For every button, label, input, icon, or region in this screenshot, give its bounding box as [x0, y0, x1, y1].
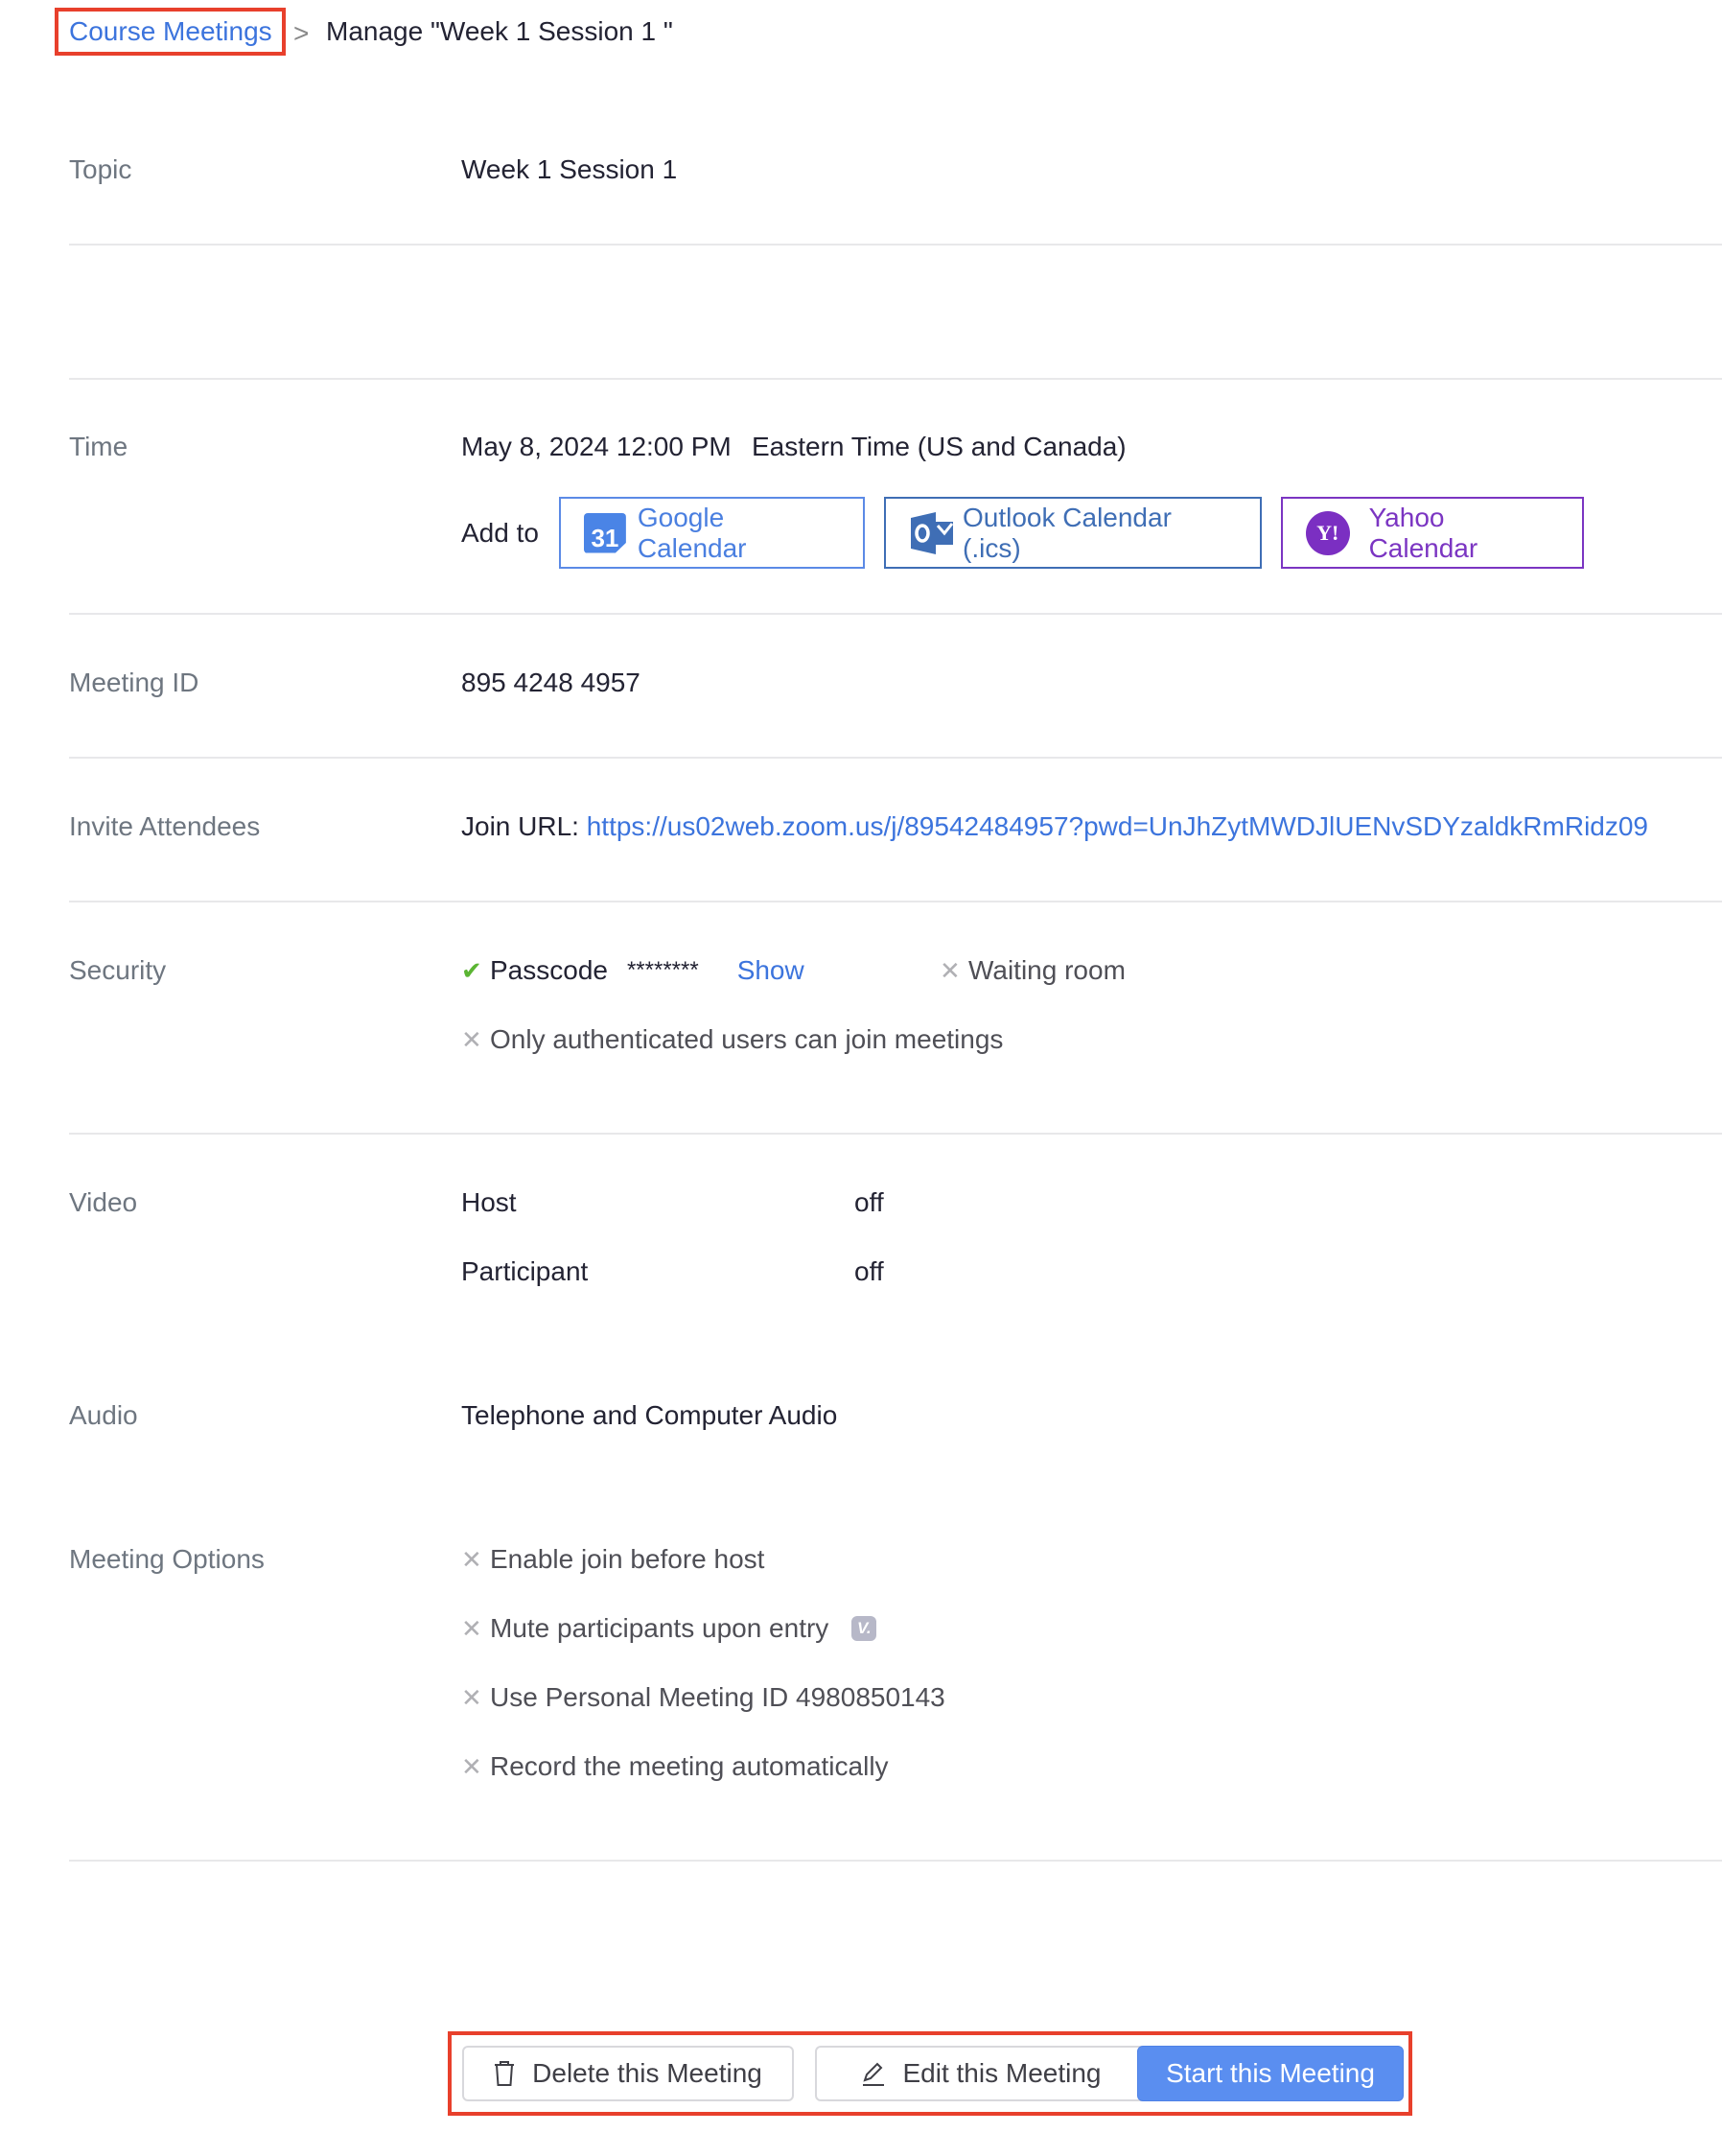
delete-meeting-label: Delete this Meeting	[532, 2058, 762, 2088]
outlook-icon	[909, 510, 955, 556]
divider	[69, 757, 1722, 759]
video-host-label: Host	[461, 1187, 517, 1217]
auth-row: ✕ Only authenticated users can join meet…	[461, 1024, 1003, 1055]
divider	[69, 901, 1722, 902]
breadcrumb-course-meetings-link[interactable]: Course Meetings	[69, 16, 272, 47]
waiting-room-row: ✕ Waiting room	[940, 955, 1126, 986]
option-item: ✕ Enable join before host	[461, 1544, 764, 1575]
option-item: ✕ Record the meeting automatically	[461, 1751, 889, 1782]
pencil-icon	[861, 2061, 886, 2086]
x-icon: ✕	[461, 1613, 482, 1643]
topic-value: Week 1 Session 1	[461, 154, 678, 184]
option-item: ✕ Mute participants upon entry V.	[461, 1613, 877, 1644]
video-participant-label: Participant	[461, 1256, 589, 1286]
delete-meeting-button[interactable]: Delete this Meeting	[462, 2046, 794, 2101]
outlook-calendar-button[interactable]: Outlook Calendar (.ics)	[884, 497, 1262, 569]
google-calendar-label: Google Calendar	[637, 502, 747, 563]
meeting-options-label: Meeting Options	[69, 1544, 265, 1574]
feature-badge-icon: V.	[851, 1616, 877, 1641]
option-label: Enable join before host	[490, 1544, 765, 1574]
security-label: Security	[69, 955, 167, 985]
edit-meeting-label: Edit this Meeting	[902, 2058, 1102, 2088]
timezone-value: Eastern Time (US and Canada)	[752, 432, 1127, 461]
meeting-id-label: Meeting ID	[69, 668, 199, 697]
add-to-label: Add to	[461, 518, 539, 548]
start-meeting-button[interactable]: Start this Meeting	[1137, 2046, 1404, 2101]
trash-icon	[494, 2061, 515, 2086]
divider	[69, 244, 1722, 246]
outlook-calendar-label: Outlook Calendar (.ics)	[963, 502, 1172, 563]
video-host-value: off	[854, 1187, 884, 1217]
waiting-room-label: Waiting room	[968, 955, 1126, 985]
meeting-id-value: 895 4248 4957	[461, 668, 640, 697]
check-icon: ✔	[461, 955, 482, 985]
breadcrumb-current: Manage "Week 1 Session 1 "	[326, 16, 673, 46]
passcode-masked: ********	[626, 957, 699, 983]
divider	[69, 378, 1722, 380]
google-calendar-button[interactable]: 31 Google Calendar	[559, 497, 865, 569]
video-participant-value: off	[854, 1256, 884, 1286]
divider	[69, 613, 1722, 615]
audio-label: Audio	[69, 1400, 138, 1430]
topic-label: Topic	[69, 154, 132, 184]
join-url-link[interactable]: https://us02web.zoom.us/j/89542484957?pw…	[587, 811, 1648, 841]
video-label: Video	[69, 1187, 138, 1217]
divider	[69, 1860, 1722, 1862]
option-label: Mute participants upon entry	[490, 1613, 829, 1643]
option-item: ✕ Use Personal Meeting ID 4980850143	[461, 1682, 945, 1713]
x-icon: ✕	[461, 1544, 482, 1574]
option-label: Use Personal Meeting ID 4980850143	[490, 1682, 945, 1712]
passcode-label: Passcode	[490, 955, 608, 985]
x-icon: ✕	[461, 1024, 482, 1054]
x-icon: ✕	[940, 955, 961, 985]
x-icon: ✕	[461, 1682, 482, 1712]
yahoo-calendar-button[interactable]: Y! Yahoo Calendar	[1281, 497, 1584, 569]
google-calendar-icon: 31	[584, 512, 626, 553]
join-url-prefix: Join URL:	[461, 811, 579, 841]
join-url-row: Join URL: https://us02web.zoom.us/j/8954…	[461, 811, 1648, 842]
breadcrumb-separator: >	[293, 18, 310, 48]
time-label: Time	[69, 432, 128, 461]
show-passcode-link[interactable]: Show	[737, 955, 804, 986]
option-label: Record the meeting automatically	[490, 1751, 889, 1781]
passcode-row: ✔ Passcode ******** Show	[461, 955, 804, 986]
edit-meeting-button[interactable]: Edit this Meeting	[815, 2046, 1147, 2101]
yahoo-icon: Y!	[1306, 510, 1350, 555]
yahoo-calendar-label: Yahoo Calendar	[1368, 502, 1478, 563]
google-calendar-icon-text: 31	[591, 523, 619, 552]
auth-label: Only authenticated users can join meetin…	[490, 1024, 1004, 1054]
invite-attendees-label: Invite Attendees	[69, 811, 261, 841]
x-icon: ✕	[461, 1751, 482, 1781]
divider	[69, 1133, 1722, 1135]
time-value: May 8, 2024 12:00 PM	[461, 432, 732, 461]
audio-value: Telephone and Computer Audio	[461, 1400, 838, 1430]
